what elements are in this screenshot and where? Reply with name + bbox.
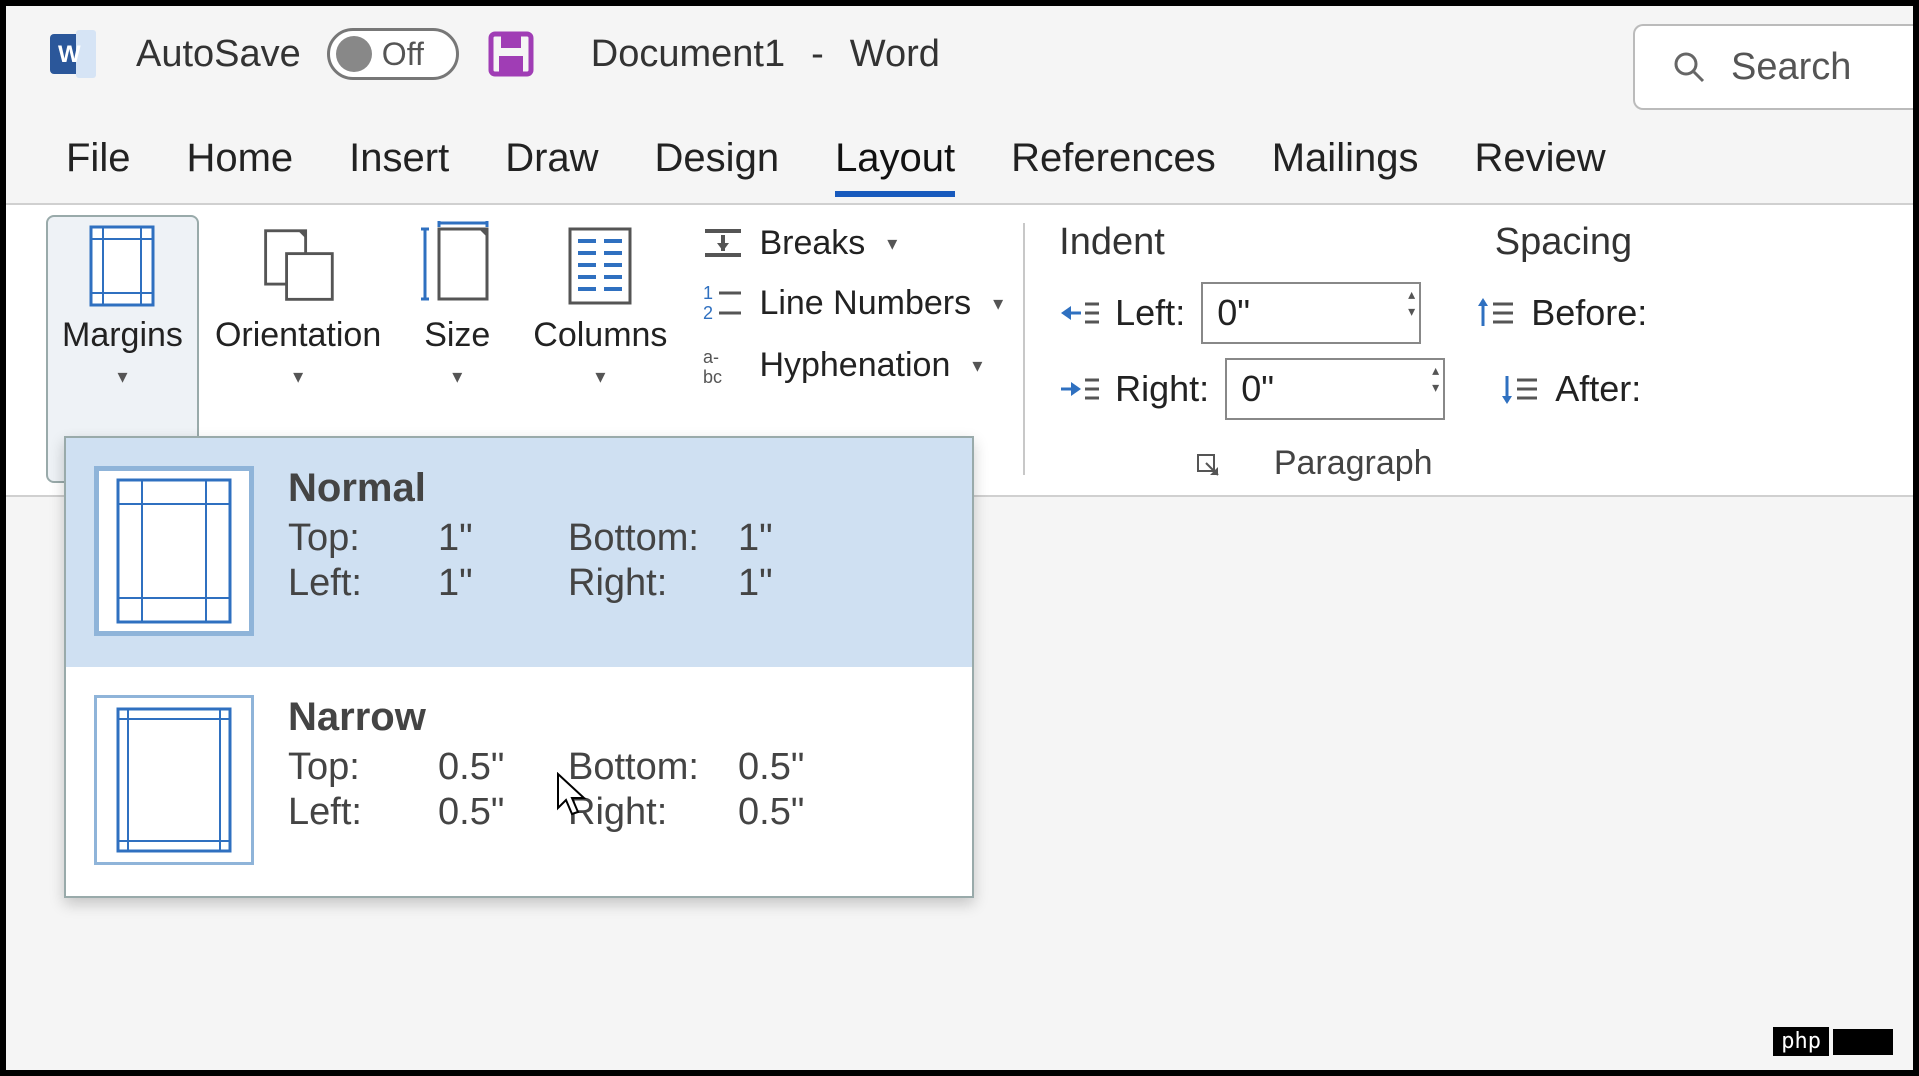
toggle-knob xyxy=(336,36,372,72)
watermark-text: php xyxy=(1773,1027,1829,1056)
search-placeholder: Search xyxy=(1731,46,1851,89)
toggle-state: Off xyxy=(382,36,424,73)
margins-preset-icon xyxy=(94,466,254,636)
search-box[interactable]: Search xyxy=(1633,24,1913,110)
left-value: 0.5" xyxy=(438,791,568,834)
tab-mailings[interactable]: Mailings xyxy=(1272,130,1419,197)
hyphenation-label: Hyphenation xyxy=(759,346,950,385)
margins-dropdown: Normal Top: 1" Bottom: 1" Left: 1" Right… xyxy=(64,436,974,898)
document-name: Document1 xyxy=(591,33,785,76)
indent-left-field[interactable]: 0" ▴▾ xyxy=(1201,282,1421,344)
margins-icon xyxy=(82,221,162,311)
orientation-icon xyxy=(258,221,338,311)
preset-name: Normal xyxy=(288,466,944,511)
bottom-label: Bottom: xyxy=(568,517,738,560)
right-label: Right: xyxy=(568,791,738,834)
line-numbers-label: Line Numbers xyxy=(759,284,971,323)
autosave-toggle[interactable]: Off xyxy=(327,28,459,80)
chevron-down-icon: ▾ xyxy=(117,364,127,389)
indent-right-label: Right: xyxy=(1115,368,1209,410)
indent-right-field[interactable]: 0" ▴▾ xyxy=(1225,358,1445,420)
spacing-before-icon xyxy=(1475,296,1515,330)
indent-right-icon xyxy=(1059,374,1099,404)
left-value: 1" xyxy=(438,562,568,605)
indent-left-icon xyxy=(1059,298,1099,328)
tab-layout[interactable]: Layout xyxy=(835,130,955,197)
right-value: 1" xyxy=(738,562,858,605)
indent-right-value: 0" xyxy=(1241,368,1274,410)
breaks-label: Breaks xyxy=(759,224,865,263)
tab-file[interactable]: File xyxy=(66,130,130,197)
breaks-icon xyxy=(701,223,745,263)
chevron-down-icon: ▾ xyxy=(993,291,1003,316)
ribbon-tabs: File Home Insert Draw Design Layout Refe… xyxy=(6,102,1913,203)
indent-left-label: Left: xyxy=(1115,292,1185,334)
chevron-down-icon: ▾ xyxy=(452,364,462,389)
margins-preset-icon xyxy=(94,695,254,865)
bottom-value: 0.5" xyxy=(738,746,858,789)
autosave-label: AutoSave xyxy=(136,33,301,76)
search-icon xyxy=(1671,49,1707,85)
chevron-down-icon: ▾ xyxy=(972,353,982,378)
right-value: 0.5" xyxy=(738,791,858,834)
tab-insert[interactable]: Insert xyxy=(349,130,449,197)
margins-option-normal[interactable]: Normal Top: 1" Bottom: 1" Left: 1" Right… xyxy=(66,438,972,667)
tab-home[interactable]: Home xyxy=(186,130,293,197)
spacing-heading: Spacing xyxy=(1495,221,1632,264)
bottom-label: Bottom: xyxy=(568,746,738,789)
columns-icon xyxy=(560,221,640,311)
title-separator: - xyxy=(811,33,824,76)
spacing-before-label: Before: xyxy=(1531,292,1647,334)
watermark: php xyxy=(1773,1027,1893,1056)
spacing-after-icon xyxy=(1499,372,1539,406)
top-value: 0.5" xyxy=(438,746,568,789)
orientation-label: Orientation xyxy=(215,317,381,354)
svg-text:bc: bc xyxy=(703,367,722,387)
line-numbers-icon: 12 xyxy=(701,281,745,325)
title-bar: W AutoSave Off Document1 - Word Search xyxy=(6,6,1913,102)
left-label: Left: xyxy=(288,791,438,834)
hyphenation-button[interactable]: a-bc Hyphenation ▾ xyxy=(695,341,1009,389)
chevron-down-icon: ▾ xyxy=(595,364,605,389)
size-icon xyxy=(417,221,497,311)
tab-review[interactable]: Review xyxy=(1474,130,1605,197)
line-numbers-button[interactable]: 12 Line Numbers ▾ xyxy=(695,279,1009,327)
right-label: Right: xyxy=(568,562,738,605)
indent-left-value: 0" xyxy=(1217,292,1250,334)
hyphenation-icon: a-bc xyxy=(701,343,745,387)
chevron-down-icon: ▾ xyxy=(887,231,897,256)
svg-text:1: 1 xyxy=(703,283,713,303)
breaks-button[interactable]: Breaks ▾ xyxy=(695,221,1009,265)
left-label: Left: xyxy=(288,562,438,605)
app-name: Word xyxy=(850,33,940,76)
tab-references[interactable]: References xyxy=(1011,130,1216,197)
columns-label: Columns xyxy=(533,317,667,354)
save-icon[interactable] xyxy=(485,28,537,80)
top-value: 1" xyxy=(438,517,568,560)
paragraph-group: Indent Spacing Left: 0" ▴▾ Before: Right… xyxy=(1027,215,1671,483)
margins-label: Margins xyxy=(62,317,183,354)
top-label: Top: xyxy=(288,746,438,789)
paragraph-group-label: Paragraph xyxy=(1059,444,1647,483)
page-setup-launcher-icon[interactable] xyxy=(1196,453,1222,479)
watermark-block xyxy=(1833,1029,1893,1055)
top-label: Top: xyxy=(288,517,438,560)
spinner-icon[interactable]: ▴▾ xyxy=(1432,362,1439,416)
indent-heading: Indent xyxy=(1059,221,1165,264)
bottom-value: 1" xyxy=(738,517,858,560)
chevron-down-icon: ▾ xyxy=(293,364,303,389)
tab-draw[interactable]: Draw xyxy=(505,130,598,197)
size-label: Size xyxy=(424,317,490,354)
svg-text:W: W xyxy=(58,41,81,68)
margins-option-narrow[interactable]: Narrow Top: 0.5" Bottom: 0.5" Left: 0.5"… xyxy=(66,667,972,896)
spinner-icon[interactable]: ▴▾ xyxy=(1408,286,1415,340)
tab-design[interactable]: Design xyxy=(655,130,780,197)
word-app-icon: W xyxy=(46,28,98,80)
svg-text:2: 2 xyxy=(703,303,713,323)
spacing-after-label: After: xyxy=(1555,368,1641,410)
svg-text:a-: a- xyxy=(703,347,719,367)
preset-name: Narrow xyxy=(288,695,944,740)
group-separator xyxy=(1023,223,1025,475)
